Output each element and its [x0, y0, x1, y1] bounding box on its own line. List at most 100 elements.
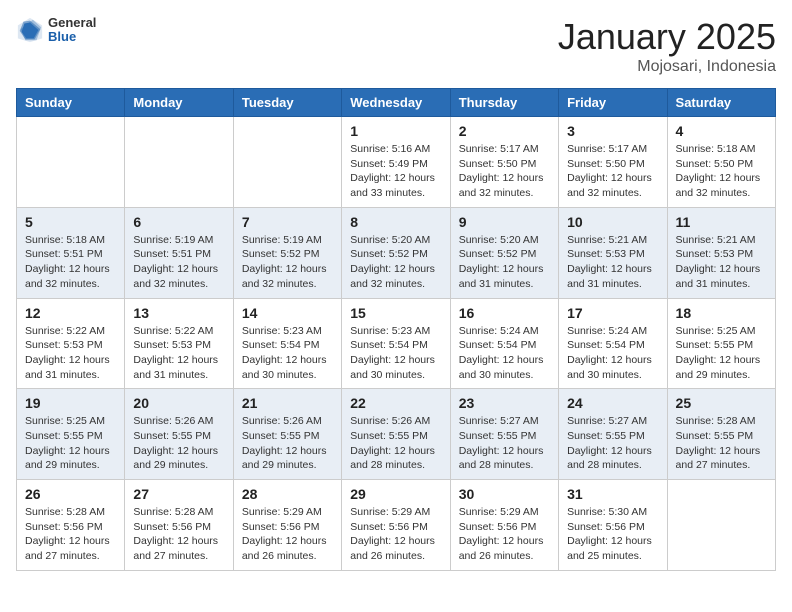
day-info: Sunrise: 5:24 AM Sunset: 5:54 PM Dayligh…: [567, 324, 658, 383]
logo: General Blue: [16, 16, 96, 45]
day-info: Sunrise: 5:29 AM Sunset: 5:56 PM Dayligh…: [350, 505, 441, 564]
day-number: 11: [676, 214, 767, 230]
weekday-header-thursday: Thursday: [450, 89, 558, 117]
day-number: 7: [242, 214, 333, 230]
calendar-cell: 31Sunrise: 5:30 AM Sunset: 5:56 PM Dayli…: [559, 480, 667, 571]
day-info: Sunrise: 5:22 AM Sunset: 5:53 PM Dayligh…: [25, 324, 116, 383]
calendar-cell: 5 Sunrise: 5:18 AM Sunset: 5:51 PM Daylig…: [17, 207, 125, 298]
day-number: 25: [676, 395, 767, 411]
calendar-cell: 18 Sunrise: 5:25 AM Sunset: 5:55 PM Dayli…: [667, 298, 775, 389]
logo-icon: [16, 16, 44, 44]
day-number: 24: [567, 395, 658, 411]
month-title: January 2025: [558, 16, 776, 58]
day-number: 28: [242, 486, 333, 502]
day-info: Sunrise: 5:17 AM Sunset: 5:50 PM Dayligh…: [459, 142, 550, 201]
day-info: Sunrise: 5:23 AM Sunset: 5:54 PM Dayligh…: [350, 324, 441, 383]
day-info: Sunrise: 5:28 AM Sunset: 5:56 PM Dayligh…: [25, 505, 116, 564]
day-number: 27: [133, 486, 224, 502]
calendar-cell: 16 Sunrise: 5:24 AM Sunset: 5:54 PM Dayli…: [450, 298, 558, 389]
day-info: Sunrise: 5:16 AM Sunset: 5:49 PM Dayligh…: [350, 142, 441, 201]
day-info: Sunrise: 5:22 AM Sunset: 5:53 PM Dayligh…: [133, 324, 224, 383]
day-number: 4: [676, 123, 767, 139]
calendar-cell: 28 Sunrise: 5:29 AM Sunset: 5:56 PM Dayli…: [233, 480, 341, 571]
calendar-cell: [125, 117, 233, 208]
weekday-header-row: SundayMondayTuesdayWednesdayThursdayFrid…: [17, 89, 776, 117]
day-info: Sunrise: 5:26 AM Sunset: 5:55 PM Dayligh…: [133, 414, 224, 473]
calendar-cell: 2 Sunrise: 5:17 AM Sunset: 5:50 PM Daylig…: [450, 117, 558, 208]
day-info: Sunrise: 5:24 AM Sunset: 5:54 PM Dayligh…: [459, 324, 550, 383]
day-info: Sunrise: 5:26 AM Sunset: 5:55 PM Dayligh…: [242, 414, 333, 473]
calendar-cell: 20 Sunrise: 5:26 AM Sunset: 5:55 PM Dayli…: [125, 389, 233, 480]
weekday-header-sunday: Sunday: [17, 89, 125, 117]
calendar-cell: 25 Sunrise: 5:28 AM Sunset: 5:55 PM Dayli…: [667, 389, 775, 480]
calendar-week-row: 19 Sunrise: 5:25 AM Sunset: 5:55 PM Dayli…: [17, 389, 776, 480]
day-info: Sunrise: 5:26 AM Sunset: 5:55 PM Dayligh…: [350, 414, 441, 473]
day-info: Sunrise: 5:21 AM Sunset: 5:53 PM Dayligh…: [676, 233, 767, 292]
day-number: 31: [567, 486, 658, 502]
weekday-header-saturday: Saturday: [667, 89, 775, 117]
day-number: 13: [133, 305, 224, 321]
day-info: Sunrise: 5:25 AM Sunset: 5:55 PM Dayligh…: [676, 324, 767, 383]
calendar-cell: 23 Sunrise: 5:27 AM Sunset: 5:55 PM Dayli…: [450, 389, 558, 480]
day-info: Sunrise: 5:28 AM Sunset: 5:55 PM Dayligh…: [676, 414, 767, 473]
day-info: Sunrise: 5:23 AM Sunset: 5:54 PM Dayligh…: [242, 324, 333, 383]
day-number: 3: [567, 123, 658, 139]
calendar-week-row: 5 Sunrise: 5:18 AM Sunset: 5:51 PM Daylig…: [17, 207, 776, 298]
day-info: Sunrise: 5:17 AM Sunset: 5:50 PM Dayligh…: [567, 142, 658, 201]
day-info: Sunrise: 5:18 AM Sunset: 5:51 PM Dayligh…: [25, 233, 116, 292]
calendar-week-row: 1 Sunrise: 5:16 AM Sunset: 5:49 PM Daylig…: [17, 117, 776, 208]
day-info: Sunrise: 5:18 AM Sunset: 5:50 PM Dayligh…: [676, 142, 767, 201]
calendar-cell: 30Sunrise: 5:29 AM Sunset: 5:56 PM Dayli…: [450, 480, 558, 571]
day-info: Sunrise: 5:27 AM Sunset: 5:55 PM Dayligh…: [567, 414, 658, 473]
day-number: 17: [567, 305, 658, 321]
weekday-header-tuesday: Tuesday: [233, 89, 341, 117]
calendar-cell: 12 Sunrise: 5:22 AM Sunset: 5:53 PM Dayli…: [17, 298, 125, 389]
calendar-cell: 15 Sunrise: 5:23 AM Sunset: 5:54 PM Dayli…: [342, 298, 450, 389]
day-number: 15: [350, 305, 441, 321]
calendar-cell: [667, 480, 775, 571]
day-number: 1: [350, 123, 441, 139]
day-info: Sunrise: 5:19 AM Sunset: 5:51 PM Dayligh…: [133, 233, 224, 292]
day-number: 19: [25, 395, 116, 411]
calendar-cell: 29 Sunrise: 5:29 AM Sunset: 5:56 PM Dayli…: [342, 480, 450, 571]
day-number: 23: [459, 395, 550, 411]
day-info: Sunrise: 5:27 AM Sunset: 5:55 PM Dayligh…: [459, 414, 550, 473]
weekday-header-monday: Monday: [125, 89, 233, 117]
day-number: 29: [350, 486, 441, 502]
calendar-cell: 1 Sunrise: 5:16 AM Sunset: 5:49 PM Daylig…: [342, 117, 450, 208]
day-number: 26: [25, 486, 116, 502]
day-number: 9: [459, 214, 550, 230]
day-info: Sunrise: 5:29 AM Sunset: 5:56 PM Dayligh…: [242, 505, 333, 564]
day-number: 5: [25, 214, 116, 230]
logo-general-text: General: [48, 16, 96, 30]
day-number: 20: [133, 395, 224, 411]
calendar-week-row: 12 Sunrise: 5:22 AM Sunset: 5:53 PM Dayli…: [17, 298, 776, 389]
calendar-cell: 26 Sunrise: 5:28 AM Sunset: 5:56 PM Dayli…: [17, 480, 125, 571]
day-number: 18: [676, 305, 767, 321]
logo-blue-text: Blue: [48, 30, 96, 44]
day-number: 8: [350, 214, 441, 230]
calendar-cell: 4 Sunrise: 5:18 AM Sunset: 5:50 PM Daylig…: [667, 117, 775, 208]
calendar-cell: 14 Sunrise: 5:23 AM Sunset: 5:54 PM Dayli…: [233, 298, 341, 389]
calendar-cell: 17 Sunrise: 5:24 AM Sunset: 5:54 PM Dayli…: [559, 298, 667, 389]
calendar-cell: 8 Sunrise: 5:20 AM Sunset: 5:52 PM Daylig…: [342, 207, 450, 298]
day-number: 12: [25, 305, 116, 321]
calendar-cell: 9Sunrise: 5:20 AM Sunset: 5:52 PM Daylig…: [450, 207, 558, 298]
calendar-week-row: 26 Sunrise: 5:28 AM Sunset: 5:56 PM Dayli…: [17, 480, 776, 571]
calendar-cell: 11 Sunrise: 5:21 AM Sunset: 5:53 PM Dayli…: [667, 207, 775, 298]
day-number: 10: [567, 214, 658, 230]
day-number: 6: [133, 214, 224, 230]
title-section: January 2025 Mojosari, Indonesia: [558, 16, 776, 76]
day-number: 14: [242, 305, 333, 321]
page-header: General Blue January 2025 Mojosari, Indo…: [16, 16, 776, 76]
calendar-cell: 7Sunrise: 5:19 AM Sunset: 5:52 PM Daylig…: [233, 207, 341, 298]
day-info: Sunrise: 5:29 AM Sunset: 5:56 PM Dayligh…: [459, 505, 550, 564]
day-info: Sunrise: 5:28 AM Sunset: 5:56 PM Dayligh…: [133, 505, 224, 564]
day-info: Sunrise: 5:20 AM Sunset: 5:52 PM Dayligh…: [350, 233, 441, 292]
calendar-cell: 6 Sunrise: 5:19 AM Sunset: 5:51 PM Daylig…: [125, 207, 233, 298]
day-number: 2: [459, 123, 550, 139]
day-info: Sunrise: 5:25 AM Sunset: 5:55 PM Dayligh…: [25, 414, 116, 473]
calendar-cell: 21Sunrise: 5:26 AM Sunset: 5:55 PM Dayli…: [233, 389, 341, 480]
day-number: 16: [459, 305, 550, 321]
calendar-table: SundayMondayTuesdayWednesdayThursdayFrid…: [16, 88, 776, 571]
